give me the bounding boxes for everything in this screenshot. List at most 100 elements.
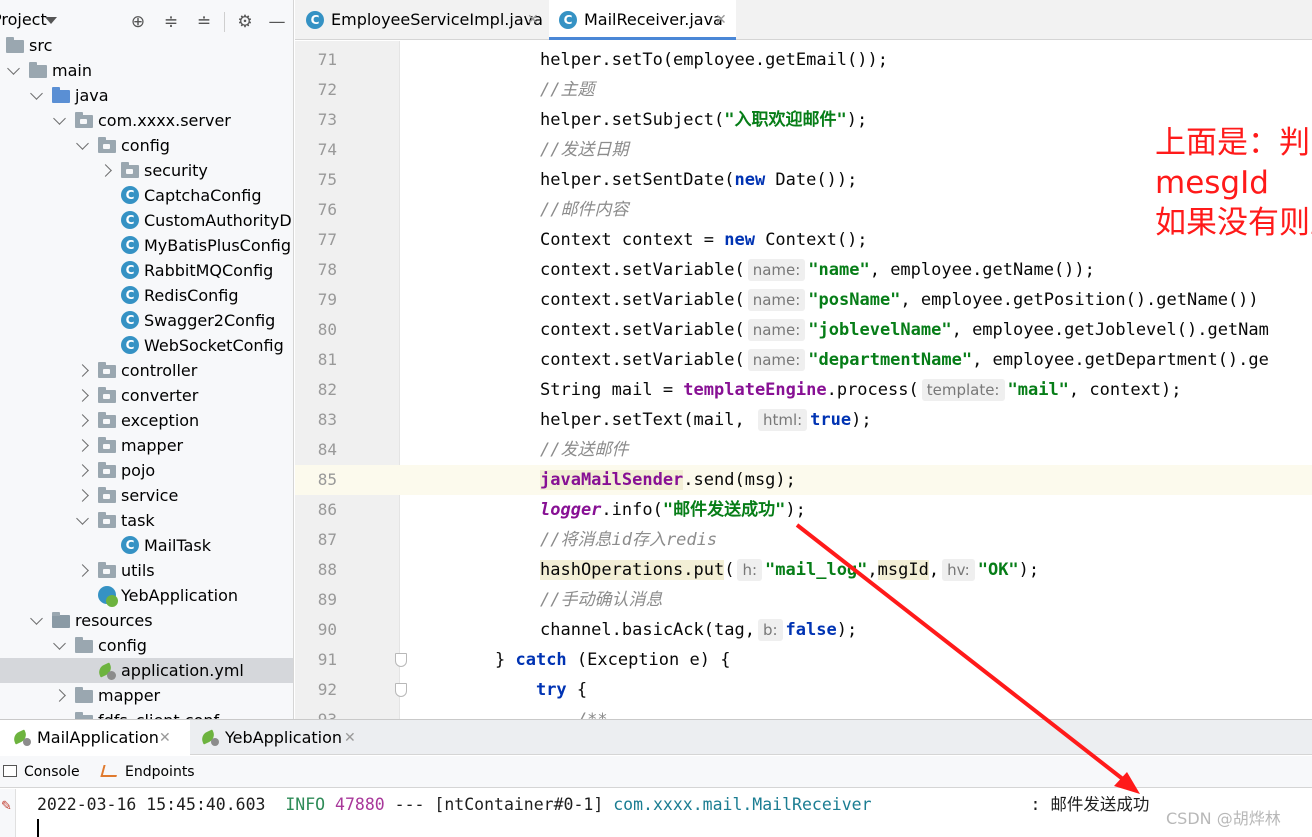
tree-item[interactable]: converter xyxy=(0,383,293,408)
chevron-down-icon[interactable] xyxy=(53,637,66,650)
chevron-right-icon[interactable] xyxy=(76,389,89,402)
tree-item[interactable]: main xyxy=(0,58,293,83)
code-token: ); xyxy=(785,500,806,520)
console-tab[interactable]: Console xyxy=(0,756,90,788)
tree-item-label: controller xyxy=(121,361,198,380)
close-icon[interactable]: ✕ xyxy=(344,720,356,756)
line-number: 88 xyxy=(317,560,337,579)
tree-item[interactable]: YebApplication xyxy=(0,583,293,608)
code-line: 78 context.setVariable(name: "name", emplo… xyxy=(295,255,1312,285)
code-line: 93 /** xyxy=(295,705,1312,719)
log-logger[interactable]: com.xxxx.mail.MailReceiver xyxy=(613,795,871,814)
run-tab-yeb-application[interactable]: YebApplication ✕ xyxy=(190,720,370,756)
project-panel: Project ⊕ ≑ ≐ ⚙ — src main java com.xxxx.se… xyxy=(0,0,294,719)
tree-item[interactable]: C RabbitMQConfig xyxy=(0,258,293,283)
parameter-hint: template: xyxy=(921,379,1005,401)
code-token: "posName" xyxy=(808,290,901,310)
tree-item[interactable]: C CustomAuthorityD xyxy=(0,208,293,233)
editor-tab-bar: C EmployeeServiceImpl.java ✕ C MailRecei… xyxy=(295,0,1312,40)
chevron-right-icon[interactable] xyxy=(76,364,89,377)
chevron-down-icon[interactable] xyxy=(30,87,43,100)
chevron-down-icon[interactable] xyxy=(53,112,66,125)
chevron-right-icon[interactable] xyxy=(76,464,89,477)
parameter-hint: html: xyxy=(757,409,808,431)
tree-item[interactable]: C RedisConfig xyxy=(0,283,293,308)
tree-item[interactable]: C Swagger2Config xyxy=(0,308,293,333)
project-view-selector[interactable]: Project xyxy=(0,10,47,29)
tree-item[interactable]: exception xyxy=(0,408,293,433)
fold-marker-icon[interactable] xyxy=(395,683,407,697)
source-folder-icon xyxy=(52,87,70,103)
pencil-icon[interactable]: ✎ xyxy=(1,799,12,814)
console-output[interactable]: ✎ 2022-03-16 15:45:40.603 INFO 47880 ---… xyxy=(0,789,1312,837)
line-number: 91 xyxy=(317,650,337,669)
tab-employee-service-impl[interactable]: C EmployeeServiceImpl.java ✕ xyxy=(295,0,549,40)
code-token: //发送邮件 xyxy=(540,440,629,460)
tree-item[interactable]: application.yml xyxy=(0,658,293,683)
close-icon[interactable]: ✕ xyxy=(527,0,539,40)
tree-item[interactable]: src xyxy=(0,33,293,58)
tree-item[interactable]: resources xyxy=(0,608,293,633)
tree-item-label: utils xyxy=(121,561,155,580)
chevron-right-icon[interactable] xyxy=(76,489,89,502)
close-icon[interactable]: ✕ xyxy=(715,0,727,40)
code-line: 91} catch (Exception e) { xyxy=(295,645,1312,675)
code-line: 90 channel.basicAck(tag, b: false); xyxy=(295,615,1312,645)
tree-item[interactable]: task xyxy=(0,508,293,533)
chevron-right-icon[interactable] xyxy=(76,564,89,577)
tree-item[interactable]: C WebSocketConfig xyxy=(0,333,293,358)
chevron-down-icon[interactable] xyxy=(76,137,89,150)
chevron-right-icon[interactable] xyxy=(76,439,89,452)
close-icon[interactable]: ✕ xyxy=(159,720,171,756)
tree-item[interactable]: service xyxy=(0,483,293,508)
code-editor[interactable]: 71 helper.setTo(employee.getEmail()); 72 //… xyxy=(295,41,1312,719)
chevron-right-icon[interactable] xyxy=(53,689,66,702)
chevron-down-icon[interactable] xyxy=(7,62,20,75)
code-token: //邮件内容 xyxy=(540,200,629,220)
code-token: String mail = xyxy=(540,380,684,400)
tree-item[interactable]: utils xyxy=(0,558,293,583)
log-message: 邮件发送成功 xyxy=(1050,795,1150,814)
line-number: 81 xyxy=(317,350,337,369)
expand-all-icon[interactable]: ≑ xyxy=(161,12,181,32)
chevron-down-icon[interactable] xyxy=(30,612,43,625)
run-tab-mail-application[interactable]: MailApplication ✕ xyxy=(0,720,190,756)
tree-item[interactable]: C MailTask xyxy=(0,533,293,558)
tree-item[interactable]: java xyxy=(0,83,293,108)
tree-item[interactable]: com.xxxx.server xyxy=(0,108,293,133)
tree-item[interactable]: config xyxy=(0,133,293,158)
collapse-all-icon[interactable]: ≐ xyxy=(194,12,214,32)
chevron-right-icon[interactable] xyxy=(99,164,112,177)
endpoints-tab[interactable]: Endpoints xyxy=(100,756,210,788)
tree-item[interactable]: mapper xyxy=(0,433,293,458)
fold-marker-icon[interactable] xyxy=(395,653,407,667)
tree-item[interactable]: fdfs_client.conf xyxy=(0,708,293,719)
locate-icon[interactable]: ⊕ xyxy=(128,12,148,32)
code-token: "departmentName" xyxy=(808,350,973,370)
tree-item[interactable]: C CaptchaConfig xyxy=(0,183,293,208)
chevron-down-icon[interactable] xyxy=(76,512,89,525)
code-token: } xyxy=(495,650,516,670)
tab-label: MailReceiver.java xyxy=(584,10,723,29)
chevron-down-icon[interactable] xyxy=(45,17,57,24)
tree-item[interactable]: C MyBatisPlusConfig xyxy=(0,233,293,258)
tree-item[interactable]: security xyxy=(0,158,293,183)
code-token: context.setVariable( xyxy=(540,350,745,370)
gear-icon[interactable]: ⚙ xyxy=(235,12,255,32)
tree-item[interactable]: pojo xyxy=(0,458,293,483)
package-icon xyxy=(98,562,116,578)
package-icon xyxy=(98,462,116,478)
code-token: context.setVariable( xyxy=(540,290,745,310)
tree-item[interactable]: config xyxy=(0,633,293,658)
hide-panel-icon[interactable]: — xyxy=(267,12,287,32)
tree-item[interactable]: mapper xyxy=(0,683,293,708)
tab-mail-receiver[interactable]: C MailReceiver.java ✕ xyxy=(549,0,736,40)
chevron-right-icon[interactable] xyxy=(76,414,89,427)
line-number: 93 xyxy=(295,705,337,719)
code-token: context.setVariable( xyxy=(540,260,745,280)
code-token: true xyxy=(810,410,852,430)
tree-item[interactable]: controller xyxy=(0,358,293,383)
package-icon xyxy=(75,112,93,128)
